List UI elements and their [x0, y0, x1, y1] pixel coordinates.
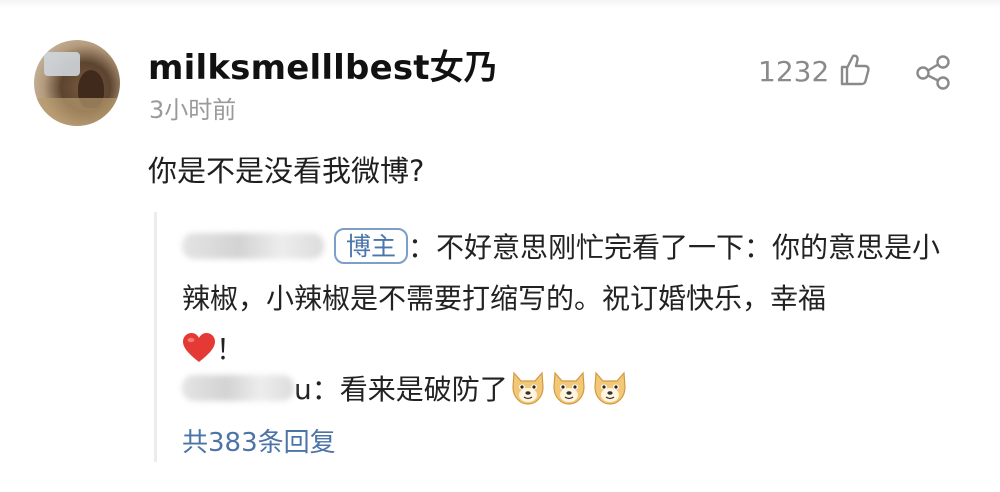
timestamp: 3小时前: [149, 96, 237, 124]
blurred-username[interactable]: [182, 375, 294, 401]
heart-emoji-icon: [183, 333, 215, 362]
share-icon[interactable]: [913, 52, 953, 92]
avatar-detail: [34, 98, 120, 126]
username[interactable]: milksmelllbest女乃: [148, 40, 498, 89]
reply-thread-bar: [154, 212, 157, 462]
reply-text: ：看来是破防了: [311, 373, 508, 406]
reply-item: u：看来是破防了: [182, 364, 962, 415]
like-count: 1232: [758, 55, 830, 88]
blurred-username[interactable]: [182, 233, 324, 259]
avatar[interactable]: [34, 40, 120, 126]
doge-emoji-icon: [553, 371, 585, 405]
doge-emoji-icon: [594, 371, 626, 405]
reply-thread: 博主 ：不好意思刚忙完看了一下：你的意思是小辣椒，小辣椒是不需要打缩写的。祝订婚快…: [154, 212, 1000, 462]
blogger-badge: 博主: [334, 228, 409, 264]
thumbs-up-icon[interactable]: [834, 50, 874, 90]
doge-emoji-icon: [512, 371, 544, 405]
avatar-detail: [44, 52, 80, 76]
view-replies-link[interactable]: 共383条回复: [182, 422, 336, 459]
reply-text-end: ！: [216, 333, 245, 366]
reply-item: 博主 ：不好意思刚忙完看了一下：你的意思是小辣椒，小辣椒是不需要打缩写的。祝订婚快…: [182, 222, 962, 375]
comment-text: 你是不是没看我微博?: [148, 154, 425, 188]
username-tail[interactable]: u: [294, 373, 312, 406]
top-divider: [0, 0, 1000, 8]
